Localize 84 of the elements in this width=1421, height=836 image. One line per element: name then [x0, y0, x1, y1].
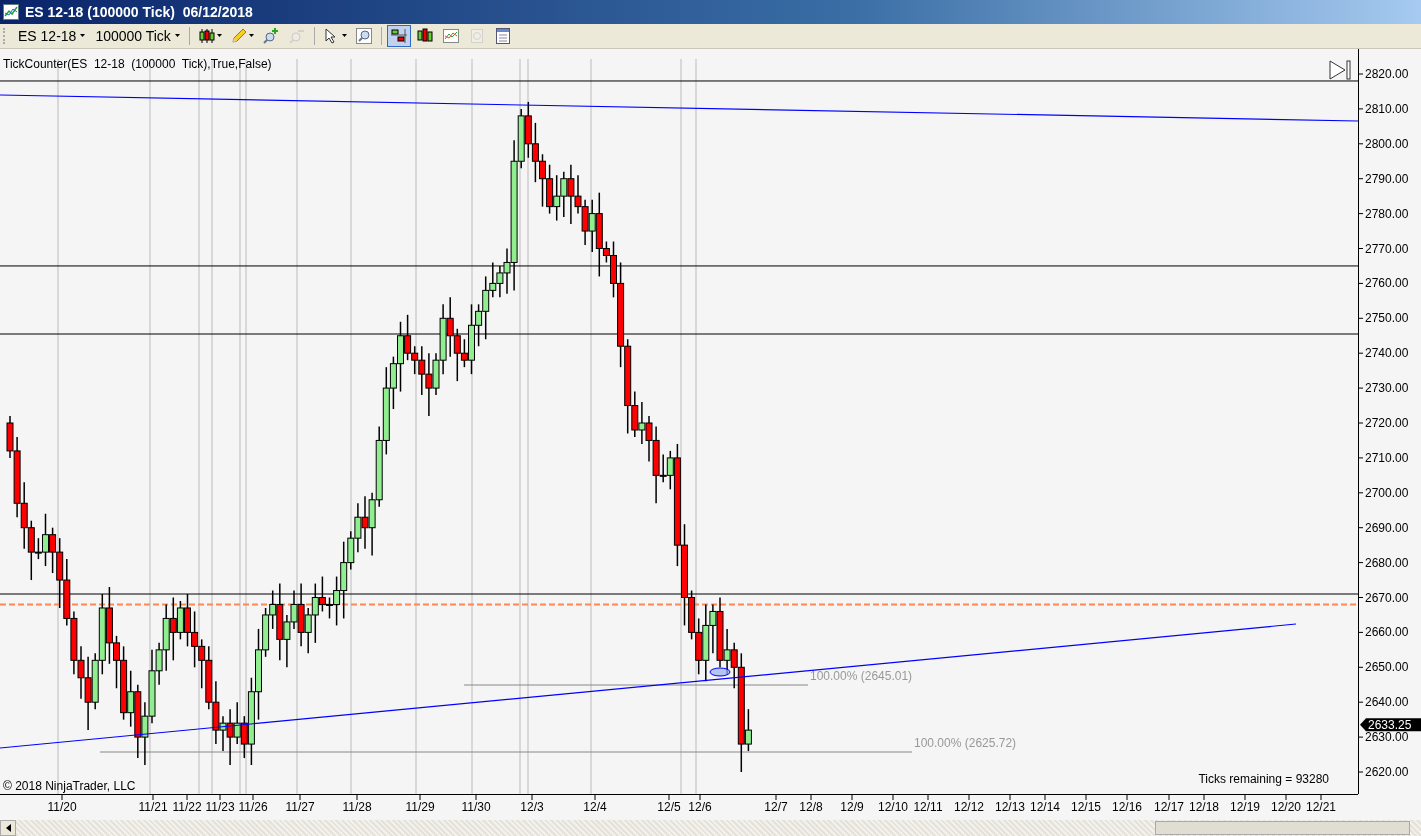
x-axis-label: 12/15 — [1071, 799, 1101, 814]
x-axis-label: 12/16 — [1112, 799, 1142, 814]
left-arrow-icon — [5, 824, 11, 832]
indicator-label: TickCounter(ES 12-18 (100000 Tick),True,False) — [3, 56, 272, 71]
x-axis-label: 12/10 — [878, 799, 908, 814]
line-chart-icon — [441, 26, 460, 45]
y-axis-label: 2630.00 — [1365, 730, 1409, 745]
x-axis-label: 11/28 — [342, 799, 372, 814]
y-axis-label: 2800.00 — [1365, 136, 1409, 151]
horizontal-line[interactable] — [0, 265, 1359, 267]
price-marker-label: 2633.25 — [1360, 717, 1421, 732]
x-axis-label: 12/11 — [913, 799, 943, 814]
x-axis-label: 12/13 — [995, 799, 1025, 814]
horizontal-scrollbar[interactable] — [0, 820, 1421, 836]
y-axis-label: 2750.00 — [1365, 311, 1409, 326]
horizontal-line[interactable] — [0, 593, 1359, 595]
y-axis-label: 2620.00 — [1365, 764, 1409, 779]
candlestick-bars-icon — [415, 26, 434, 45]
x-axis-label: 12/5 — [657, 799, 681, 814]
y-axis-label: 2740.00 — [1365, 346, 1409, 361]
y-axis-label: 2650.00 — [1365, 660, 1409, 675]
x-axis-label: 11/30 — [461, 799, 491, 814]
y-axis-label: 2770.00 — [1365, 241, 1409, 256]
x-axis-label: 12/8 — [799, 799, 823, 814]
x-axis-label: 12/17 — [1154, 799, 1184, 814]
caret-icon — [174, 34, 180, 38]
y-axis-label: 2810.00 — [1365, 101, 1409, 116]
fibonacci-label: 100.00% (2625.72) — [914, 735, 1017, 750]
caret-icon — [216, 34, 222, 38]
x-axis-label: 11/20 — [47, 799, 77, 814]
x-axis-label: 12/14 — [1030, 799, 1060, 814]
split-candles-icon — [389, 26, 408, 45]
y-axis-label: 2710.00 — [1365, 450, 1409, 465]
y-axis-label: 2820.00 — [1365, 66, 1409, 81]
candlestick-icon — [197, 26, 216, 45]
trend-line[interactable] — [0, 623, 1297, 749]
y-axis-label: 2790.00 — [1365, 171, 1409, 186]
instrument-dropdown[interactable]: ES 12-18 — [14, 27, 90, 44]
x-axis-label: 11/23 — [205, 799, 235, 814]
y-axis-label: 2640.00 — [1365, 695, 1409, 710]
scroll-to-end-icon[interactable] — [1329, 60, 1351, 80]
scrollbar-thumb[interactable] — [1155, 821, 1410, 835]
copyright-text: © 2018 NinjaTrader, LLC — [3, 778, 136, 793]
y-axis-label: 2660.00 — [1365, 625, 1409, 640]
caret-icon — [80, 34, 86, 38]
fibonacci-line[interactable] — [463, 684, 809, 686]
split-tool-button[interactable] — [386, 24, 411, 47]
scroll-left-button[interactable] — [0, 820, 16, 836]
caret-icon — [341, 34, 347, 38]
x-axis-label: 11/29 — [405, 799, 435, 814]
y-axis-label: 2700.00 — [1365, 485, 1409, 500]
trend-line[interactable] — [0, 94, 1359, 122]
y-axis-label: 2760.00 — [1365, 276, 1409, 291]
x-axis-label: 12/6 — [688, 799, 712, 814]
x-axis-label: 11/27 — [285, 799, 315, 814]
y-axis-label: 2780.00 — [1365, 206, 1409, 221]
x-axis-label: 11/21 — [138, 799, 168, 814]
interval-dropdown[interactable]: 100000 Tick — [91, 27, 184, 44]
x-axis-label: 12/9 — [840, 799, 864, 814]
magnifier-icon — [354, 26, 373, 45]
window-title: ES 12-18 (100000 Tick) 06/12/2018 — [25, 4, 253, 20]
properties-icon — [493, 26, 512, 45]
x-axis-label: 12/19 — [1230, 799, 1260, 814]
chart-icon — [3, 4, 19, 20]
y-axis-label: 2690.00 — [1365, 520, 1409, 535]
x-axis-label: 12/4 — [583, 799, 607, 814]
ticks-remaining-text: Ticks remaining = 93280 — [1198, 771, 1329, 786]
x-axis-label: 12/7 — [764, 799, 788, 814]
pencil-icon — [229, 26, 248, 45]
y-axis-label: 2730.00 — [1365, 381, 1409, 396]
x-axis-label: 11/22 — [172, 799, 202, 814]
y-axis-label: 2680.00 — [1365, 555, 1409, 570]
zoom-in-icon — [261, 26, 280, 45]
x-axis-label: 12/18 — [1189, 799, 1219, 814]
caret-icon — [248, 34, 254, 38]
fibonacci-label: 100.00% (2645.01) — [810, 668, 913, 683]
y-axis-label: 2670.00 — [1365, 590, 1409, 605]
x-axis-label: 12/3 — [520, 799, 544, 814]
y-axis-label: 2720.00 — [1365, 415, 1409, 430]
x-axis-label: 12/12 — [954, 799, 984, 814]
x-axis-label: 12/20 — [1271, 799, 1301, 814]
ellipse-marker[interactable] — [709, 667, 731, 677]
x-axis-label: 12/21 — [1306, 799, 1336, 814]
x-axis-label: 11/26 — [238, 799, 268, 814]
